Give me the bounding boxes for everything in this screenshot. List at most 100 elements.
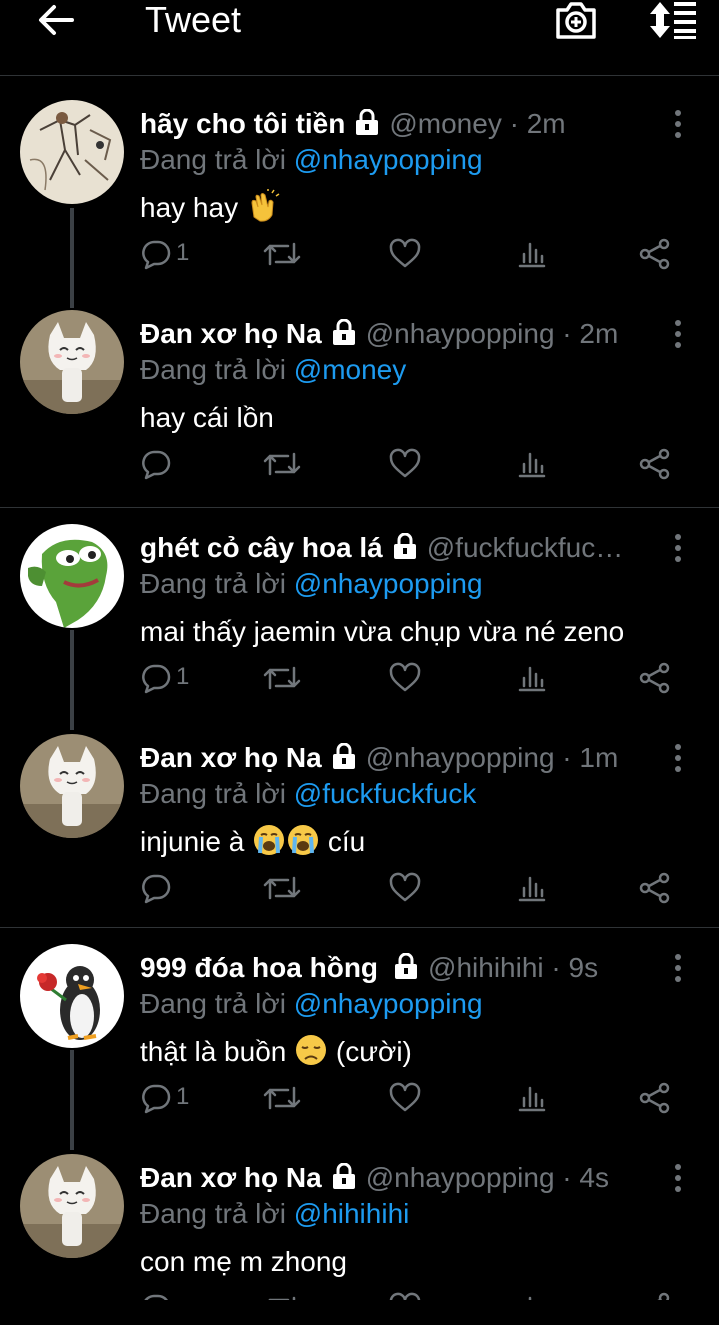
loudly-crying-face-icon bbox=[288, 825, 319, 855]
tweet[interactable]: hãy cho tôi tiền @money · 2m Đang trả lời… bbox=[0, 100, 719, 310]
reply-button[interactable] bbox=[140, 444, 200, 484]
user-handle[interactable]: @nhaypopping bbox=[366, 318, 555, 349]
more-options-icon[interactable] bbox=[668, 952, 688, 984]
mention-link[interactable]: @nhaypopping bbox=[294, 568, 483, 599]
retweet-button[interactable] bbox=[262, 234, 302, 274]
user-handle[interactable]: @hihihihi bbox=[428, 952, 544, 983]
tweet-text: hay hay bbox=[140, 188, 280, 228]
tweet[interactable]: ghét cỏ cây hoa lá @fuckfuckfuc… Đang trả… bbox=[0, 524, 719, 734]
retweet-button[interactable] bbox=[262, 658, 302, 698]
retweet-button[interactable] bbox=[262, 1078, 302, 1118]
more-options-icon[interactable] bbox=[668, 108, 688, 140]
more-options-icon[interactable] bbox=[668, 532, 688, 564]
mention-link[interactable]: @hihihihi bbox=[294, 1198, 410, 1229]
mention-link[interactable]: @nhaypopping bbox=[294, 144, 483, 175]
clapping-hands-icon bbox=[251, 189, 280, 222]
replying-to: Đang trả lời @nhaypopping bbox=[140, 144, 483, 175]
tweet-text: thật là buồn (cười) bbox=[140, 1032, 412, 1072]
share-button[interactable] bbox=[638, 868, 678, 908]
more-options-icon[interactable] bbox=[668, 318, 688, 350]
heart-icon bbox=[389, 1082, 421, 1112]
lock-icon bbox=[356, 109, 379, 135]
like-button[interactable] bbox=[388, 658, 428, 698]
tweet-actions: 1 bbox=[140, 658, 700, 698]
camera-plus-icon[interactable] bbox=[554, 0, 598, 40]
lock-icon bbox=[393, 533, 416, 559]
reply-icon bbox=[142, 240, 171, 270]
user-handle[interactable]: @fuckfuckfuc… bbox=[427, 532, 623, 563]
timestamp[interactable]: 2m bbox=[527, 108, 566, 139]
analytics-icon bbox=[518, 242, 546, 268]
share-button[interactable] bbox=[638, 234, 678, 274]
tweet[interactable]: 999 đóa hoa hồng @hihihihi · 9s Đang trả … bbox=[0, 944, 719, 1154]
avatar[interactable] bbox=[20, 524, 124, 628]
analytics-button[interactable] bbox=[516, 1078, 556, 1118]
avatar[interactable] bbox=[20, 944, 124, 1048]
thread-1: hãy cho tôi tiền @money · 2m Đang trả lời… bbox=[0, 100, 719, 505]
page-title: Tweet bbox=[145, 0, 242, 40]
like-button[interactable] bbox=[388, 1078, 428, 1118]
user-handle[interactable]: @nhaypopping bbox=[366, 742, 555, 773]
mention-link[interactable]: @nhaypopping bbox=[294, 988, 483, 1019]
more-options-icon[interactable] bbox=[668, 1162, 688, 1194]
retweet-icon bbox=[263, 666, 301, 690]
timestamp[interactable]: 4s bbox=[579, 1162, 609, 1193]
analytics-button[interactable] bbox=[516, 234, 556, 274]
timestamp[interactable]: 2m bbox=[579, 318, 618, 349]
avatar[interactable] bbox=[20, 100, 124, 204]
tweet-header: Đan xơ họ Na @nhaypopping · 1m bbox=[140, 742, 619, 773]
share-button[interactable] bbox=[638, 444, 678, 484]
share-button[interactable] bbox=[638, 1078, 678, 1118]
retweet-icon bbox=[263, 242, 301, 266]
tweet-header: 999 đóa hoa hồng @hihihihi · 9s bbox=[140, 952, 599, 983]
reply-count: 1 bbox=[176, 1083, 190, 1110]
more-options-icon[interactable] bbox=[668, 742, 688, 774]
tweet-header: hãy cho tôi tiền @money · 2m bbox=[140, 108, 566, 139]
mention-link[interactable]: @money bbox=[294, 354, 406, 385]
analytics-button[interactable] bbox=[516, 444, 556, 484]
tweet-header: Đan xơ họ Na @nhaypopping · 4s bbox=[140, 1162, 609, 1193]
avatar[interactable] bbox=[20, 1154, 124, 1258]
share-icon bbox=[639, 662, 670, 694]
display-name[interactable]: Đan xơ họ Na bbox=[140, 318, 322, 349]
display-name[interactable]: Đan xơ họ Na bbox=[140, 1162, 322, 1193]
tweet[interactable]: Đan xơ họ Na @nhaypopping · 1m Đang trả l… bbox=[0, 734, 719, 944]
sort-icon[interactable] bbox=[646, 0, 698, 40]
timestamp[interactable]: 1m bbox=[579, 742, 618, 773]
replying-to: Đang trả lời @hihihihi bbox=[140, 1198, 410, 1229]
lock-icon bbox=[395, 953, 418, 979]
lock-icon bbox=[332, 1163, 355, 1189]
user-handle[interactable]: @nhaypopping bbox=[366, 1162, 555, 1193]
mention-link[interactable]: @fuckfuckfuck bbox=[294, 778, 476, 809]
lock-icon bbox=[332, 743, 355, 769]
bottom-edge bbox=[0, 1300, 719, 1325]
user-handle[interactable]: @money bbox=[389, 108, 501, 139]
reply-button[interactable]: 1 bbox=[140, 658, 200, 698]
like-button[interactable] bbox=[388, 234, 428, 274]
retweet-icon bbox=[263, 452, 301, 476]
loudly-crying-face-icon bbox=[254, 825, 285, 855]
reply-button[interactable]: 1 bbox=[140, 1078, 200, 1118]
display-name[interactable]: Đan xơ họ Na bbox=[140, 742, 322, 773]
tweet[interactable]: Đan xơ họ Na @nhaypopping · 2m Đang trả l… bbox=[0, 310, 719, 520]
share-button[interactable] bbox=[638, 658, 678, 698]
like-button[interactable] bbox=[388, 444, 428, 484]
reply-button[interactable]: 1 bbox=[140, 234, 200, 274]
analytics-icon bbox=[518, 452, 546, 478]
analytics-button[interactable] bbox=[516, 658, 556, 698]
reply-button[interactable] bbox=[140, 868, 200, 908]
display-name[interactable]: ghét cỏ cây hoa lá bbox=[140, 532, 383, 563]
display-name[interactable]: hãy cho tôi tiền bbox=[140, 108, 345, 139]
retweet-button[interactable] bbox=[262, 444, 302, 484]
arrow-left-icon[interactable] bbox=[36, 2, 76, 38]
avatar[interactable] bbox=[20, 310, 124, 414]
display-name[interactable]: 999 đóa hoa hồng bbox=[140, 952, 378, 983]
analytics-button[interactable] bbox=[516, 868, 556, 908]
avatar[interactable] bbox=[20, 734, 124, 838]
analytics-icon bbox=[518, 666, 546, 692]
tweet-header: Đan xơ họ Na @nhaypopping · 2m bbox=[140, 318, 619, 349]
like-button[interactable] bbox=[388, 868, 428, 908]
retweet-button[interactable] bbox=[262, 868, 302, 908]
timestamp[interactable]: 9s bbox=[569, 952, 599, 983]
reply-icon bbox=[142, 664, 171, 694]
